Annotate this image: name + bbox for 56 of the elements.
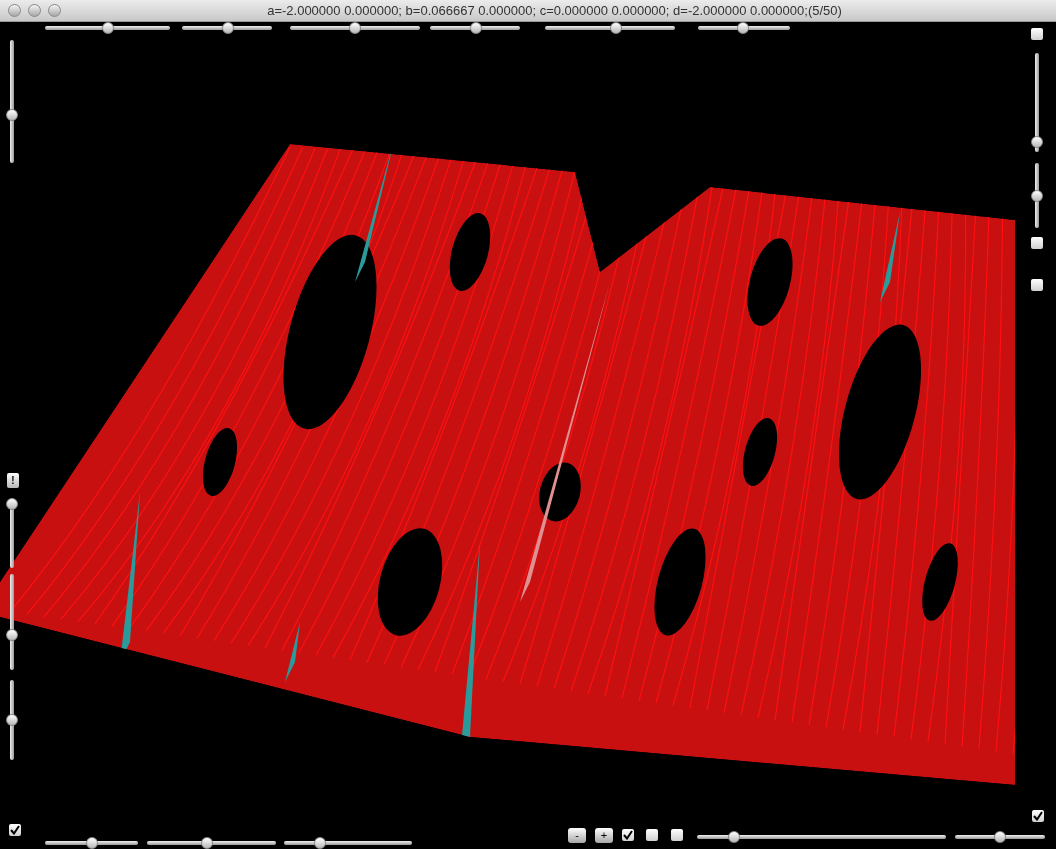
slider[interactable] <box>45 22 170 34</box>
slider[interactable] <box>697 831 946 843</box>
slider[interactable] <box>955 831 1045 843</box>
slider[interactable] <box>182 22 272 34</box>
slider-thumb[interactable] <box>1031 135 1043 148</box>
slider[interactable] <box>147 837 276 849</box>
checkmark-icon <box>1033 811 1043 821</box>
surface-hole <box>202 428 238 496</box>
slider[interactable] <box>6 574 18 670</box>
slider-thumb[interactable] <box>1031 189 1043 202</box>
slider-thumb[interactable] <box>6 498 18 510</box>
zoom-button[interactable]: + <box>595 828 613 843</box>
checkmark-icon <box>10 825 20 835</box>
slider[interactable] <box>290 22 420 34</box>
window-control-button[interactable] <box>28 4 41 17</box>
checkbox[interactable] <box>1031 28 1043 40</box>
checkbox[interactable] <box>9 824 21 836</box>
checkbox[interactable] <box>1031 237 1043 249</box>
slider-thumb[interactable] <box>6 628 18 641</box>
slider-thumb[interactable] <box>85 837 98 849</box>
slider-thumb[interactable] <box>314 837 327 849</box>
slider-thumb[interactable] <box>6 714 18 726</box>
slider-thumb[interactable] <box>349 22 361 34</box>
slider[interactable] <box>545 22 675 34</box>
window-control-button[interactable] <box>48 4 61 17</box>
slider-thumb[interactable] <box>6 108 18 121</box>
slider[interactable] <box>6 498 18 568</box>
slider-thumb[interactable] <box>200 837 213 849</box>
surface-hole <box>742 418 778 486</box>
zoom-button[interactable]: - <box>568 828 586 843</box>
slider-thumb[interactable] <box>221 22 234 34</box>
slider-thumb[interactable] <box>609 22 622 34</box>
checkbox[interactable] <box>671 829 683 841</box>
slider[interactable] <box>430 22 520 34</box>
slider[interactable] <box>284 837 412 849</box>
slider-thumb[interactable] <box>994 831 1006 843</box>
slider-thumb[interactable] <box>469 22 482 34</box>
slider-thumb[interactable] <box>101 22 114 34</box>
checkbox[interactable] <box>1031 279 1043 291</box>
slider[interactable] <box>1031 53 1043 152</box>
slider-thumb[interactable] <box>727 831 740 843</box>
slider[interactable] <box>1031 163 1043 228</box>
slider[interactable] <box>6 680 18 760</box>
slider[interactable] <box>6 40 18 163</box>
checkbox[interactable] <box>1032 810 1044 822</box>
surface-spike <box>285 622 300 682</box>
alert-button[interactable]: ! <box>7 473 19 488</box>
window-title: a=-2.000000 0.000000; b=0.066667 0.000000; c=0.000000 0.000000; d=-2.000000 0.000000;(5/50) <box>267 1 842 20</box>
window-control-button[interactable] <box>8 4 21 17</box>
checkmark-icon <box>623 830 633 840</box>
slider-thumb[interactable] <box>737 22 750 34</box>
slider[interactable] <box>45 837 138 849</box>
checkbox[interactable] <box>622 829 634 841</box>
slider[interactable] <box>698 22 790 34</box>
surface-hole <box>539 462 581 522</box>
checkbox[interactable] <box>646 829 658 841</box>
